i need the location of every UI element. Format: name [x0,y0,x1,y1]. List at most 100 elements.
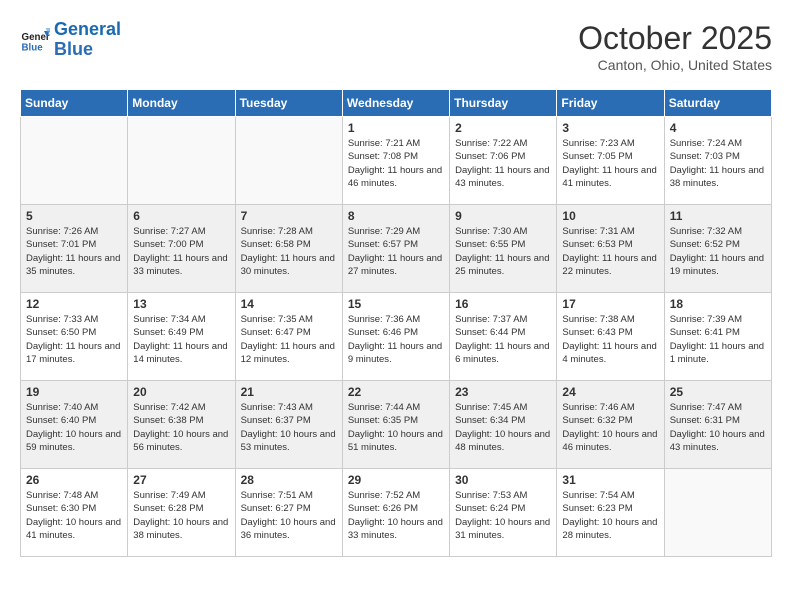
day-number: 23 [455,385,551,399]
day-number: 7 [241,209,337,223]
day-cell: 30Sunrise: 7:53 AMSunset: 6:24 PMDayligh… [450,469,557,557]
day-number: 28 [241,473,337,487]
day-info: Sunrise: 7:23 AMSunset: 7:05 PMDaylight:… [562,137,658,190]
day-cell [21,117,128,205]
day-info: Sunrise: 7:29 AMSunset: 6:57 PMDaylight:… [348,225,444,278]
col-header-sunday: Sunday [21,90,128,117]
day-info: Sunrise: 7:53 AMSunset: 6:24 PMDaylight:… [455,489,551,542]
day-info: Sunrise: 7:48 AMSunset: 6:30 PMDaylight:… [26,489,122,542]
col-header-tuesday: Tuesday [235,90,342,117]
day-cell: 22 Sunrise: 7:44 AMSunset: 6:35 PMDayligh… [342,381,449,469]
week-row-5: 26 Sunrise: 7:48 AMSunset: 6:30 PMDayligh… [21,469,772,557]
logo-text: General Blue [54,20,121,60]
day-info: Sunrise: 7:45 AMSunset: 6:34 PMDaylight:… [455,401,551,454]
day-number: 22 [348,385,444,399]
col-header-monday: Monday [128,90,235,117]
day-info: Sunrise: 7:46 AMSunset: 6:32 PMDaylight:… [562,401,658,454]
day-info: Sunrise: 7:39 AMSunset: 6:41 PMDaylight:… [670,313,766,366]
col-header-friday: Friday [557,90,664,117]
day-cell: 16 Sunrise: 7:37 AMSunset: 6:44 PMDayligh… [450,293,557,381]
day-number: 19 [26,385,122,399]
day-number: 11 [670,209,766,223]
header-row: SundayMondayTuesdayWednesdayThursdayFrid… [21,90,772,117]
day-cell: 7 Sunrise: 7:28 AMSunset: 6:58 PMDaylight… [235,205,342,293]
day-cell: 6Sunrise: 7:27 AMSunset: 7:00 PMDaylight… [128,205,235,293]
logo-icon: General Blue [20,25,50,55]
day-cell: 23 Sunrise: 7:45 AMSunset: 6:34 PMDayligh… [450,381,557,469]
day-info: Sunrise: 7:30 AMSunset: 6:55 PMDaylight:… [455,225,551,278]
day-info: Sunrise: 7:28 AMSunset: 6:58 PMDaylight:… [241,225,337,278]
day-info: Sunrise: 7:47 AMSunset: 6:31 PMDaylight:… [670,401,766,454]
day-number: 26 [26,473,122,487]
day-cell: 19 Sunrise: 7:40 AMSunset: 6:40 PMDayligh… [21,381,128,469]
day-info: Sunrise: 7:36 AMSunset: 6:46 PMDaylight:… [348,313,444,366]
day-cell [664,469,771,557]
day-info: Sunrise: 7:24 AMSunset: 7:03 PMDaylight:… [670,137,766,190]
title-block: October 2025 Canton, Ohio, United States [578,20,772,73]
day-number: 16 [455,297,551,311]
day-number: 6 [133,209,229,223]
day-cell: 14Sunrise: 7:35 AMSunset: 6:47 PMDayligh… [235,293,342,381]
day-cell [128,117,235,205]
day-cell: 2Sunrise: 7:22 AMSunset: 7:06 PMDaylight… [450,117,557,205]
day-cell: 31 Sunrise: 7:54 AMSunset: 6:23 PMDayligh… [557,469,664,557]
col-header-wednesday: Wednesday [342,90,449,117]
day-cell: 4 Sunrise: 7:24 AMSunset: 7:03 PMDaylight… [664,117,771,205]
day-cell: 20 Sunrise: 7:42 AMSunset: 6:38 PMDayligh… [128,381,235,469]
day-cell: 15 Sunrise: 7:36 AMSunset: 6:46 PMDayligh… [342,293,449,381]
day-number: 20 [133,385,229,399]
day-number: 2 [455,121,551,135]
day-number: 27 [133,473,229,487]
logo: General Blue General Blue [20,20,121,60]
day-cell: 24 Sunrise: 7:46 AMSunset: 6:32 PMDayligh… [557,381,664,469]
day-number: 1 [348,121,444,135]
day-info: Sunrise: 7:38 AMSunset: 6:43 PMDaylight:… [562,313,658,366]
day-cell: 28 Sunrise: 7:51 AMSunset: 6:27 PMDayligh… [235,469,342,557]
week-row-1: 1Sunrise: 7:21 AMSunset: 7:08 PMDaylight… [21,117,772,205]
day-info: Sunrise: 7:26 AMSunset: 7:01 PMDaylight:… [26,225,122,278]
day-cell: 12Sunrise: 7:33 AMSunset: 6:50 PMDayligh… [21,293,128,381]
day-number: 31 [562,473,658,487]
day-info: Sunrise: 7:32 AMSunset: 6:52 PMDaylight:… [670,225,766,278]
day-number: 13 [133,297,229,311]
day-number: 3 [562,121,658,135]
day-info: Sunrise: 7:40 AMSunset: 6:40 PMDaylight:… [26,401,122,454]
day-number: 17 [562,297,658,311]
day-number: 9 [455,209,551,223]
day-cell: 17 Sunrise: 7:38 AMSunset: 6:43 PMDayligh… [557,293,664,381]
day-number: 15 [348,297,444,311]
day-number: 25 [670,385,766,399]
day-cell: 29 Sunrise: 7:52 AMSunset: 6:26 PMDayligh… [342,469,449,557]
day-info: Sunrise: 7:51 AMSunset: 6:27 PMDaylight:… [241,489,337,542]
day-cell: 13 Sunrise: 7:34 AMSunset: 6:49 PMDayligh… [128,293,235,381]
col-header-thursday: Thursday [450,90,557,117]
day-cell: 1Sunrise: 7:21 AMSunset: 7:08 PMDaylight… [342,117,449,205]
day-info: Sunrise: 7:49 AMSunset: 6:28 PMDaylight:… [133,489,229,542]
week-row-4: 19 Sunrise: 7:40 AMSunset: 6:40 PMDayligh… [21,381,772,469]
day-info: Sunrise: 7:42 AMSunset: 6:38 PMDaylight:… [133,401,229,454]
day-number: 24 [562,385,658,399]
day-info: Sunrise: 7:34 AMSunset: 6:49 PMDaylight:… [133,313,229,366]
day-cell: 18 Sunrise: 7:39 AMSunset: 6:41 PMDayligh… [664,293,771,381]
day-cell: 27 Sunrise: 7:49 AMSunset: 6:28 PMDayligh… [128,469,235,557]
day-number: 8 [348,209,444,223]
day-info: Sunrise: 7:52 AMSunset: 6:26 PMDaylight:… [348,489,444,542]
day-number: 10 [562,209,658,223]
week-row-3: 12Sunrise: 7:33 AMSunset: 6:50 PMDayligh… [21,293,772,381]
day-number: 18 [670,297,766,311]
day-info: Sunrise: 7:44 AMSunset: 6:35 PMDaylight:… [348,401,444,454]
day-cell: 5Sunrise: 7:26 AMSunset: 7:01 PMDaylight… [21,205,128,293]
day-cell [235,117,342,205]
day-number: 12 [26,297,122,311]
day-cell: 8 Sunrise: 7:29 AMSunset: 6:57 PMDaylight… [342,205,449,293]
day-number: 14 [241,297,337,311]
location: Canton, Ohio, United States [578,57,772,73]
calendar-table: SundayMondayTuesdayWednesdayThursdayFrid… [20,89,772,557]
day-info: Sunrise: 7:37 AMSunset: 6:44 PMDaylight:… [455,313,551,366]
day-number: 21 [241,385,337,399]
day-number: 4 [670,121,766,135]
day-number: 29 [348,473,444,487]
day-cell: 9 Sunrise: 7:30 AMSunset: 6:55 PMDaylight… [450,205,557,293]
day-info: Sunrise: 7:54 AMSunset: 6:23 PMDaylight:… [562,489,658,542]
day-info: Sunrise: 7:31 AMSunset: 6:53 PMDaylight:… [562,225,658,278]
